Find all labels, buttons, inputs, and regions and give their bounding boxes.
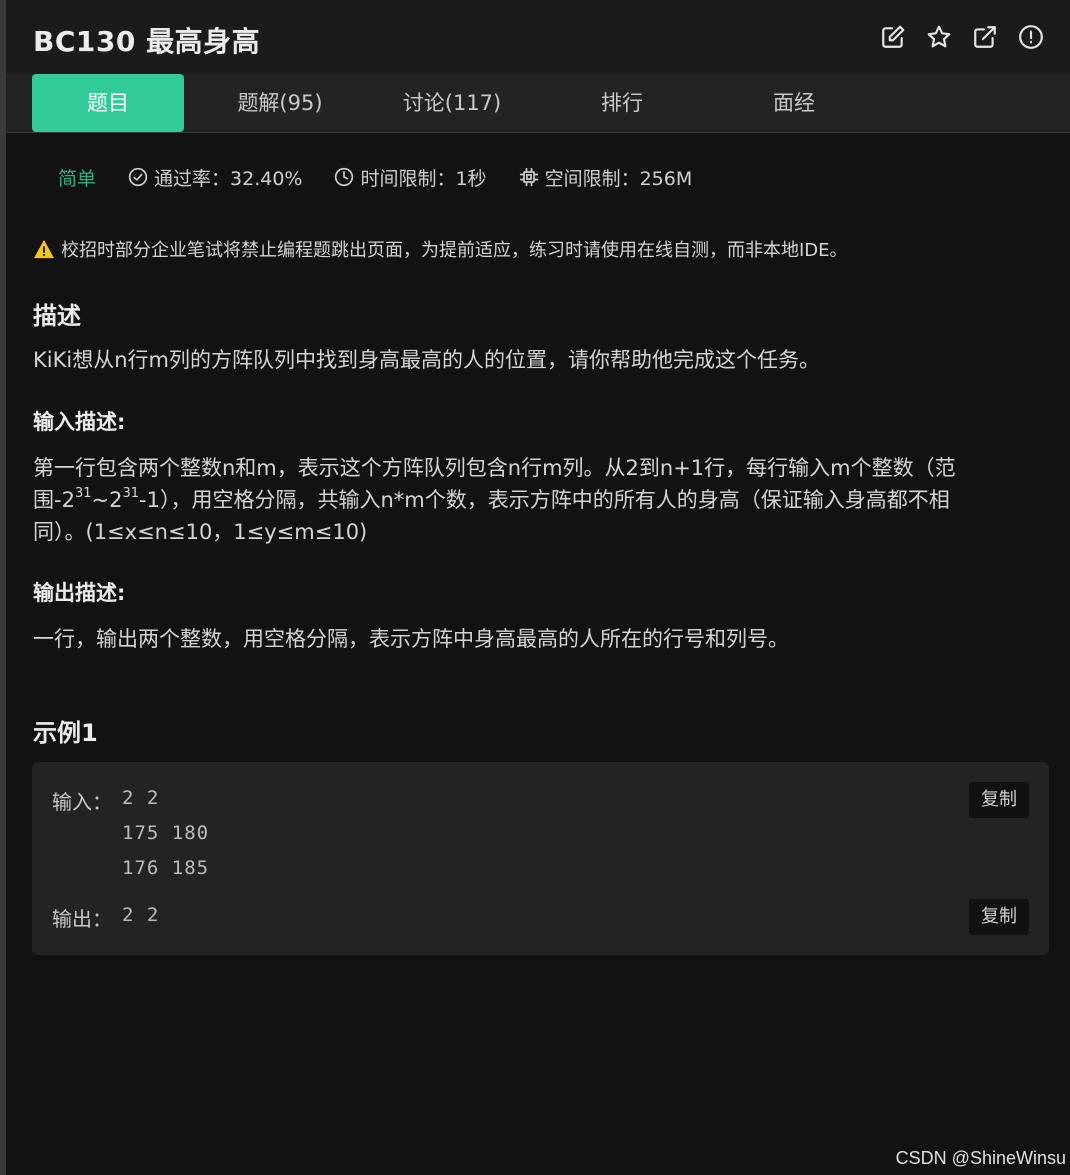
input-desc-line-2: 围-231~231-1），用空格分隔，共输入n*m个数，表示方阵中的所有人的身高… [33, 486, 950, 512]
time-limit: 时间限制：1秒 [334, 164, 487, 191]
tab-ranking[interactable]: 排行 [546, 74, 698, 132]
input-desc-line-1: 第一行包含两个整数n和m，表示这个方阵队列包含n行m列。从2到n+1行，每行输入… [33, 456, 956, 480]
tab-problem[interactable]: 题目 [32, 74, 184, 132]
space-limit-text: 空间限制：256M [544, 167, 693, 190]
external-link-icon[interactable] [972, 24, 998, 50]
copy-output-button[interactable]: 复制 [969, 899, 1029, 935]
example-input-label: 输入： [52, 790, 112, 814]
description-text: KiKi想从n行m列的方阵队列中找到身高最高的人的位置，请你帮助他完成这个任务。 [33, 348, 820, 372]
pass-rate-text: 通过率：32.40% [154, 167, 303, 190]
header-actions [880, 24, 1044, 50]
time-limit-text: 时间限制：1秒 [360, 167, 487, 190]
problem-title: BC130 最高身高 [33, 25, 261, 58]
left-edge-bar [0, 0, 6, 1175]
alert-circle-icon[interactable] [1018, 24, 1044, 50]
input-description-heading: 输入描述: [33, 410, 126, 434]
output-description-text: 一行，输出两个整数，用空格分隔，表示方阵中身高最高的人所在的行号和列号。 [33, 627, 789, 651]
tab-interview[interactable]: 面经 [718, 74, 870, 132]
example-output-label: 输出： [52, 907, 112, 931]
problem-header: BC130 最高身高 [6, 0, 1070, 74]
clock-icon [335, 167, 354, 187]
input-description-text: 第一行包含两个整数n和m，表示这个方阵队列包含n行m列。从2到n+1行，每行输入… [33, 452, 1043, 548]
notice-text: 校招时部分企业笔试将禁止编程题跳出页面，为提前适应，练习时请使用在线自测，而非本… [61, 240, 848, 261]
copy-input-button[interactable]: 复制 [969, 782, 1029, 818]
example-box: 输入： 2 2 175 180 176 185 复制 输出： 2 2 复制 [32, 762, 1049, 955]
example-heading: 示例1 [33, 719, 98, 747]
output-description-heading: 输出描述: [33, 581, 126, 605]
problem-tabs: 题目 题解(95) 讨论(117) 排行 面经 [6, 74, 1070, 133]
check-circle-icon [128, 167, 148, 187]
exam-notice: 校招时部分企业笔试将禁止编程题跳出页面，为提前适应，练习时请使用在线自测，而非本… [33, 236, 848, 262]
edit-icon[interactable] [880, 24, 906, 50]
warning-icon [34, 239, 54, 259]
tab-solutions[interactable]: 题解(95) [204, 74, 356, 132]
input-desc-line-3: 同）。(1≤x≤n≤10，1≤y≤m≤10) [33, 520, 368, 544]
difficulty-badge: 简单 [58, 167, 97, 190]
space-limit: 空间限制：256M [519, 164, 693, 191]
example-output-value: 2 2 [122, 904, 160, 926]
example-input-value: 2 2 175 180 176 185 [122, 787, 210, 879]
chip-icon [519, 167, 538, 187]
tab-discussion[interactable]: 讨论(117) [376, 74, 528, 132]
watermark: CSDN @ShineWinsu [895, 1148, 1066, 1168]
star-icon[interactable] [926, 24, 952, 50]
pass-rate: 通过率：32.40% [128, 164, 302, 191]
problem-meta: 简单 通过率：32.40% 时间限制：1秒 空间限制：256M [58, 160, 724, 194]
description-heading: 描述 [33, 302, 81, 330]
